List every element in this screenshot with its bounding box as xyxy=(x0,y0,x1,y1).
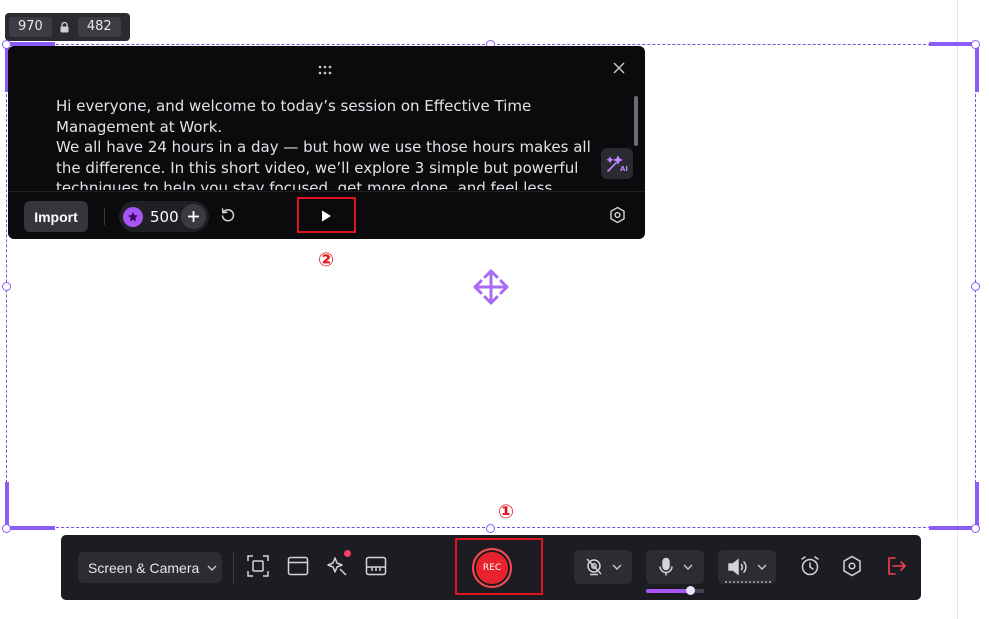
corner-bar[interactable] xyxy=(975,42,979,92)
ai-magic-button[interactable]: AI xyxy=(601,148,633,179)
camera-off-icon xyxy=(586,558,602,576)
close-icon[interactable] xyxy=(613,61,625,79)
mic-level-knob[interactable] xyxy=(685,586,695,595)
play-highlight-box xyxy=(297,197,356,233)
corner-bar[interactable] xyxy=(5,482,9,530)
script-line: We all have 24 hours in a day — but how … xyxy=(56,138,591,190)
divider xyxy=(104,208,105,225)
resize-handle[interactable] xyxy=(971,40,980,49)
notification-dot xyxy=(344,550,351,557)
add-credits-button[interactable] xyxy=(181,204,206,229)
effects-sparkle-icon[interactable] xyxy=(326,555,348,582)
callout-one: ① xyxy=(498,501,515,523)
settings-icon[interactable] xyxy=(842,555,862,582)
speaker-level-indicator xyxy=(725,579,771,583)
drag-handle-icon[interactable] xyxy=(318,62,332,80)
mic-level-slider[interactable] xyxy=(646,586,704,595)
divider xyxy=(233,551,234,585)
corner-bar[interactable] xyxy=(5,526,55,530)
script-line: Hi everyone, and welcome to today’s sess… xyxy=(56,97,532,136)
microphone-icon xyxy=(659,557,673,576)
credits-value: 500 xyxy=(150,207,179,226)
script-text[interactable]: Hi everyone, and welcome to today’s sess… xyxy=(56,96,606,190)
resize-handle[interactable] xyxy=(2,282,11,291)
window-icon[interactable] xyxy=(287,555,309,582)
chevron-down-icon xyxy=(757,564,767,570)
move-icon[interactable] xyxy=(472,268,510,311)
settings-icon[interactable] xyxy=(609,206,626,229)
record-highlight-box xyxy=(455,538,543,595)
resize-handle[interactable] xyxy=(971,524,980,533)
alarm-clock-icon[interactable] xyxy=(799,555,821,582)
width-value[interactable]: 970 xyxy=(9,17,52,37)
resize-handle[interactable] xyxy=(2,524,11,533)
chevron-down-icon xyxy=(612,564,622,570)
reset-icon[interactable] xyxy=(220,207,236,228)
capture-mode-select[interactable]: Screen & Camera xyxy=(78,552,222,583)
resize-handle[interactable] xyxy=(971,282,980,291)
scrollbar[interactable] xyxy=(634,96,638,146)
chevron-down-icon xyxy=(683,564,693,570)
exit-icon[interactable] xyxy=(885,555,907,582)
divider xyxy=(8,191,645,192)
credits-pill[interactable]: 500 xyxy=(119,201,209,232)
callout-two: ② xyxy=(318,249,335,271)
corner-bar[interactable] xyxy=(975,482,979,530)
svg-text:AI: AI xyxy=(620,165,628,173)
chevron-down-icon xyxy=(207,565,217,571)
resize-handle[interactable] xyxy=(486,524,495,533)
lock-icon[interactable] xyxy=(58,21,72,33)
height-value[interactable]: 482 xyxy=(77,17,121,37)
star-coin-icon xyxy=(123,206,143,227)
speaker-icon xyxy=(728,558,747,576)
import-button[interactable]: Import xyxy=(24,201,88,232)
capture-size-badge: 970 482 xyxy=(5,13,130,41)
capture-mode-label: Screen & Camera xyxy=(88,559,200,576)
camera-dropdown[interactable] xyxy=(574,550,632,584)
mic-level-fill xyxy=(646,589,690,593)
region-select-icon[interactable] xyxy=(247,555,269,582)
microphone-dropdown[interactable] xyxy=(646,550,704,584)
teleprompter-icon[interactable] xyxy=(365,555,387,582)
